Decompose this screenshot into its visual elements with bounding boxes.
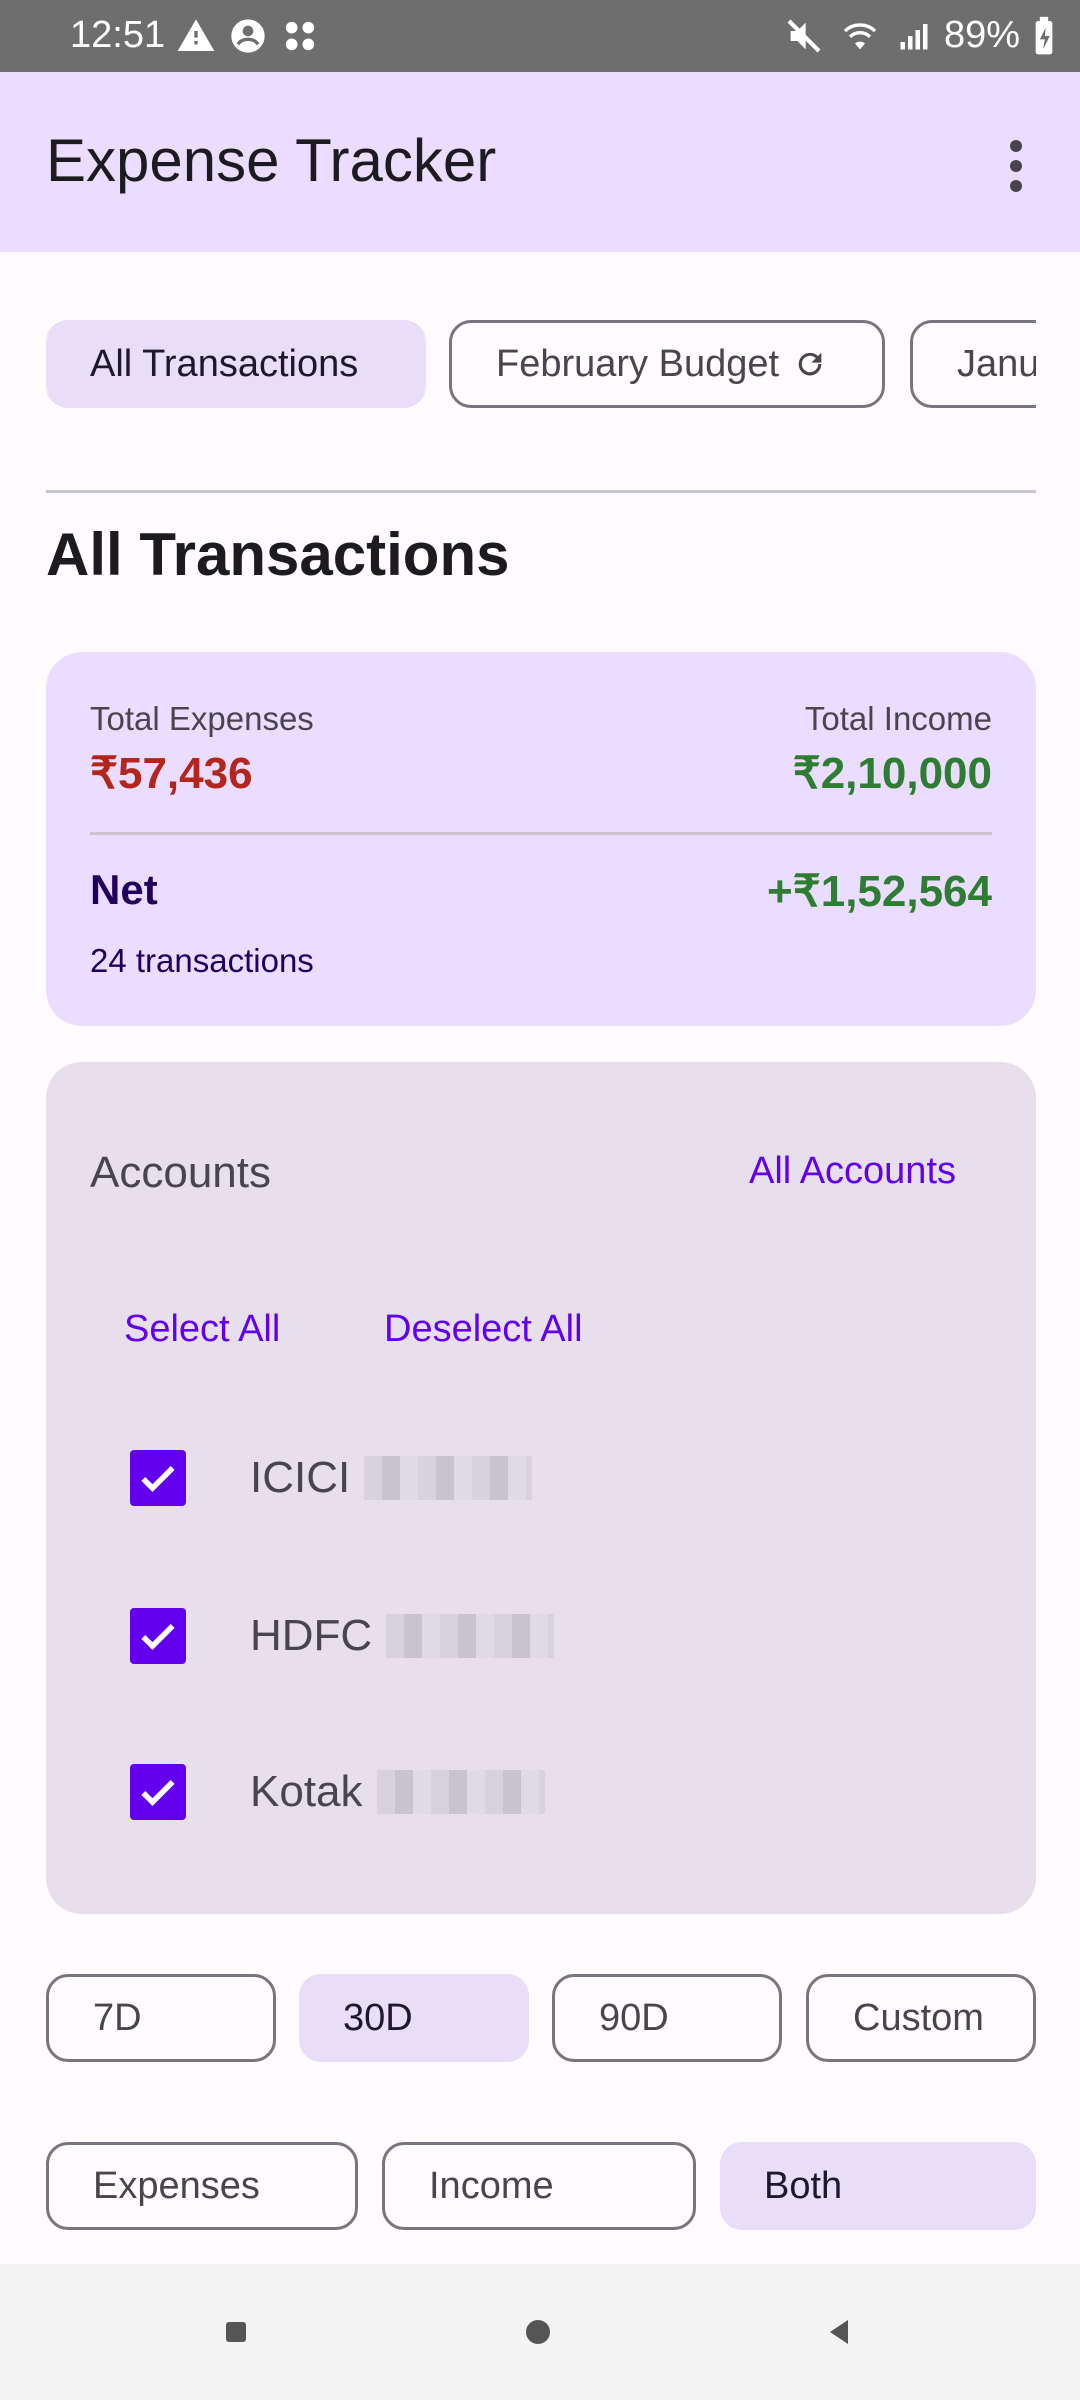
refresh-icon	[798, 352, 822, 376]
chip-label: Janu	[957, 342, 1036, 385]
total-expenses-label: Total Expenses	[90, 700, 314, 737]
total-income-value: ₹2,10,000	[792, 749, 992, 798]
home-icon	[526, 2320, 550, 2344]
chip-label: February Budget	[496, 342, 780, 385]
apps-dots-icon	[285, 21, 315, 51]
check-icon	[141, 1779, 175, 1806]
transactions-count: 24 transactions	[90, 942, 314, 979]
back-button[interactable]	[816, 2308, 864, 2356]
summary-card: Total Expenses ₹57,436 Total Income ₹2,1…	[46, 652, 1036, 1026]
status-time: 12:51	[70, 14, 166, 56]
type-both-button[interactable]: Both	[720, 2142, 1036, 2230]
accounts-card: Accounts All Accounts Select All Deselec…	[46, 1062, 1036, 1914]
all-accounts-button[interactable]: All Accounts	[749, 1150, 956, 1193]
warning-icon	[177, 19, 215, 51]
account-circle-icon	[231, 19, 265, 53]
type-expenses-button[interactable]: Expenses	[46, 2142, 358, 2230]
range-7d-button[interactable]: 7D	[46, 1974, 276, 2062]
range-30d-button[interactable]: 30D	[299, 1974, 529, 2062]
status-bar: 12:51 89%	[0, 0, 1080, 72]
deselect-all-button[interactable]: Deselect All	[384, 1308, 583, 1351]
total-expenses-value: ₹57,436	[90, 749, 253, 798]
back-icon	[830, 2320, 848, 2344]
account-checkbox[interactable]	[130, 1608, 186, 1664]
chip-all-transactions[interactable]: All Transactions	[46, 320, 426, 408]
summary-divider	[90, 832, 992, 835]
account-checkbox[interactable]	[130, 1764, 186, 1820]
battery-charging-icon	[1035, 16, 1053, 54]
total-income-label: Total Income	[804, 700, 992, 737]
range-90d-button[interactable]: 90D	[552, 1974, 782, 2062]
redacted-account-number	[376, 1770, 545, 1814]
range-custom-button[interactable]: Custom	[806, 1974, 1036, 2062]
section-divider	[46, 490, 1036, 493]
account-checkbox[interactable]	[130, 1450, 186, 1506]
account-name: Kotak	[250, 1767, 363, 1816]
mute-icon	[787, 19, 821, 52]
budget-chip-row[interactable]: All Transactions February Budget Janu	[46, 320, 1036, 412]
type-label: Both	[764, 2164, 843, 2207]
account-row-icici[interactable]: ICICI	[130, 1438, 533, 1518]
top-app-bar: Expense Tracker	[0, 72, 1080, 252]
chip-january-budget[interactable]: Janu	[910, 320, 1036, 408]
wifi-icon	[843, 22, 877, 49]
redacted-account-number	[364, 1456, 533, 1500]
range-label: Custom	[853, 1996, 984, 2039]
recents-button[interactable]	[212, 2308, 260, 2356]
type-income-button[interactable]: Income	[382, 2142, 696, 2230]
account-row-hdfc[interactable]: HDFC	[130, 1596, 555, 1676]
page-title: All Transactions	[46, 521, 510, 588]
range-label: 7D	[93, 1996, 142, 2039]
redacted-account-number	[386, 1614, 555, 1658]
more-vert-icon	[1010, 140, 1022, 192]
accounts-title: Accounts	[90, 1148, 271, 1197]
battery-percent: 89%	[943, 14, 1020, 56]
account-name: HDFC	[250, 1611, 373, 1660]
more-menu-button[interactable]	[992, 136, 1040, 196]
home-button[interactable]	[514, 2308, 562, 2356]
system-icons: 89%	[784, 14, 1056, 57]
chip-february-budget[interactable]: February Budget	[449, 320, 885, 408]
type-label: Expenses	[93, 2164, 260, 2207]
type-label: Income	[429, 2164, 554, 2207]
check-icon	[141, 1465, 175, 1492]
range-label: 30D	[343, 1996, 413, 2039]
range-label: 90D	[599, 1996, 669, 2039]
notification-icons	[176, 16, 320, 56]
net-label: Net	[90, 866, 158, 913]
account-row-kotak[interactable]: Kotak	[130, 1752, 545, 1832]
system-navigation-bar	[0, 2264, 1080, 2400]
recents-icon	[226, 2322, 246, 2342]
select-all-button[interactable]: Select All	[124, 1308, 280, 1351]
signal-icon	[900, 23, 928, 49]
chip-label: All Transactions	[90, 342, 359, 385]
account-name: ICICI	[250, 1453, 351, 1502]
app-title: Expense Tracker	[46, 127, 497, 194]
net-value: +₹1,52,564	[767, 867, 992, 916]
check-icon	[141, 1623, 175, 1650]
